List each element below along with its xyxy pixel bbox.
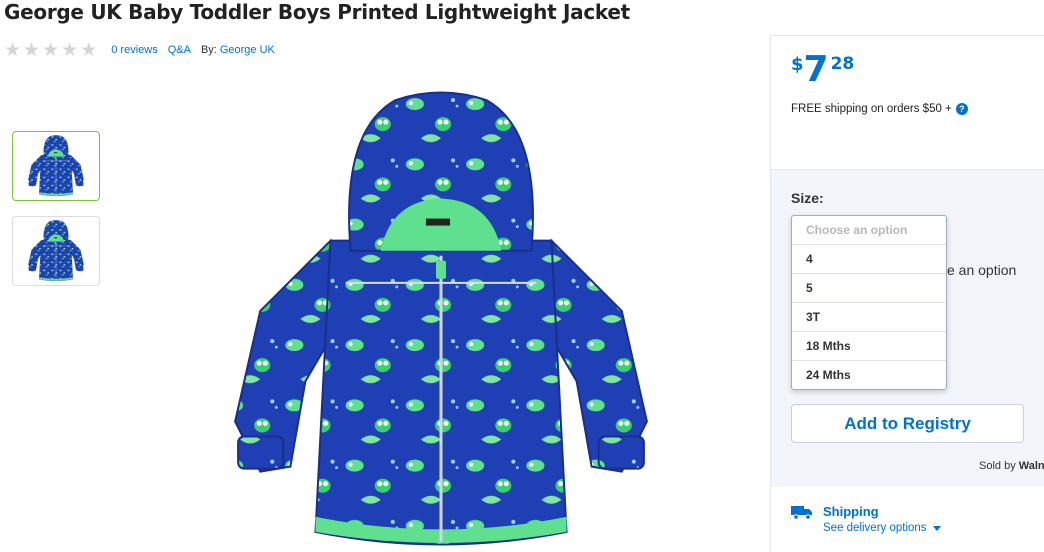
chevron-down-icon <box>932 525 941 531</box>
size-option-18-mths[interactable]: 18 Mths <box>792 331 946 360</box>
size-select-partial-text: e an option <box>947 262 1017 278</box>
size-option-3t[interactable]: 3T <box>792 302 946 331</box>
sold-by: Sold by Waln <box>979 460 1044 472</box>
reviews-link[interactable]: 0 reviews <box>111 44 157 56</box>
price-dollars: 7 <box>803 49 829 90</box>
help-icon[interactable]: ? <box>955 103 968 115</box>
qa-link[interactable]: Q&A <box>168 44 191 56</box>
size-option-5[interactable]: 5 <box>792 273 946 302</box>
delivery-options-text[interactable]: See delivery options <box>823 522 927 534</box>
by-label: By: <box>200 44 217 56</box>
options-box: Size: e an option Choose an option 4 5 3… <box>770 170 1044 487</box>
star-icon: ★ <box>4 39 22 61</box>
truck-icon <box>791 506 812 520</box>
free-shipping-text: FREE shipping on orders $50 + <box>791 103 952 115</box>
product-meta: ★ ★ ★ ★ ★ 0 reviews Q&A By: George UK <box>4 40 285 60</box>
size-option-24-mths[interactable]: 24 Mths <box>792 360 946 389</box>
size-option-placeholder[interactable]: Choose an option <box>792 216 946 244</box>
thumbnail-front[interactable] <box>12 131 100 201</box>
sold-by-label: Sold by <box>979 460 1016 472</box>
star-icon: ★ <box>61 39 79 61</box>
star-icon: ★ <box>80 39 98 61</box>
purchase-panel: $7 28 FREE shipping on orders $50 + ? Siz… <box>770 35 1044 552</box>
shipping-title: Shipping <box>823 504 879 519</box>
jacket-thumbnail-image <box>28 135 84 197</box>
thumbnail-back[interactable] <box>12 216 100 286</box>
price-cents: 28 <box>830 54 855 74</box>
star-icon: ★ <box>42 39 60 61</box>
product-title: George UK Baby Toddler Boys Printed Ligh… <box>4 0 630 24</box>
rating-stars[interactable]: ★ ★ ★ ★ ★ <box>4 41 97 60</box>
brand-link[interactable]: George UK <box>220 44 275 56</box>
price-box: $7 28 FREE shipping on orders $50 + ? <box>770 35 1044 170</box>
size-option-4[interactable]: 4 <box>792 244 946 273</box>
size-label: Size: <box>791 190 824 206</box>
shipping-section: Shipping See delivery options <box>770 487 1044 552</box>
jacket-thumbnail-image <box>28 220 84 282</box>
size-dropdown-list[interactable]: Choose an option 4 5 3T 18 Mths 24 Mths <box>791 215 947 390</box>
seller-name[interactable]: Waln <box>1019 460 1044 472</box>
free-shipping-note: FREE shipping on orders $50 + ? <box>791 103 968 115</box>
delivery-options-link[interactable]: See delivery options <box>823 522 941 534</box>
star-icon: ★ <box>23 39 41 61</box>
price-currency: $ <box>791 54 804 75</box>
product-price: $7 28 <box>791 50 854 90</box>
product-main-image[interactable] <box>218 90 664 552</box>
add-to-registry-button[interactable]: Add to Registry <box>791 404 1024 443</box>
